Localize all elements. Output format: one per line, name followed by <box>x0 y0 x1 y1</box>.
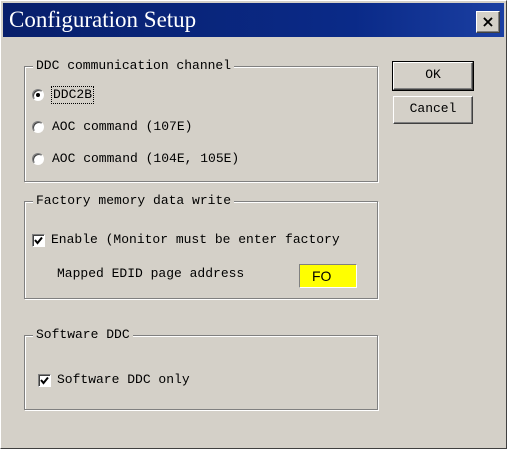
checkmark-icon <box>40 376 49 385</box>
checkbox-icon <box>38 373 51 387</box>
ok-button[interactable]: OK <box>392 61 474 91</box>
checkmark-icon <box>34 236 43 245</box>
radio-button-icon <box>32 89 44 101</box>
factory-memory-legend: Factory memory data write <box>33 193 235 209</box>
radio-button-icon <box>32 153 44 165</box>
edid-address-input[interactable]: FO <box>299 264 357 288</box>
window-title: Configuration Setup <box>9 7 197 32</box>
radio-ddc2b[interactable]: DDC2B <box>32 86 95 104</box>
radio-button-icon <box>32 121 44 133</box>
radio-aoc-104e-105e[interactable]: AOC command (104E, 105E) <box>32 151 239 167</box>
software-ddc-label: Software DDC only <box>57 372 190 387</box>
software-ddc-legend: Software DDC <box>33 327 133 343</box>
radio-aoc-104e-105e-label: AOC command (104E, 105E) <box>52 151 240 166</box>
cancel-button[interactable]: Cancel <box>393 96 473 124</box>
enable-factory-checkbox[interactable]: Enable (Monitor must be enter factory <box>32 232 340 248</box>
radio-aoc-107e[interactable]: AOC command (107E) <box>32 119 192 135</box>
radio-ddc2b-label: DDC2B <box>50 86 95 104</box>
checkbox-icon <box>32 233 45 247</box>
software-ddc-checkbox[interactable]: Software DDC only <box>38 372 190 388</box>
title-bar[interactable]: Configuration Setup × <box>3 3 504 37</box>
close-icon: × <box>481 12 495 31</box>
enable-factory-label: Enable (Monitor must be enter factory <box>51 232 340 247</box>
mapped-edid-label: Mapped EDID page address <box>57 266 245 281</box>
radio-aoc-107e-label: AOC command (107E) <box>52 119 193 134</box>
config-dialog: Configuration Setup × DDC communication … <box>0 0 507 449</box>
ddc-channel-legend: DDC communication channel <box>33 58 235 74</box>
close-button[interactable]: × <box>476 11 500 33</box>
